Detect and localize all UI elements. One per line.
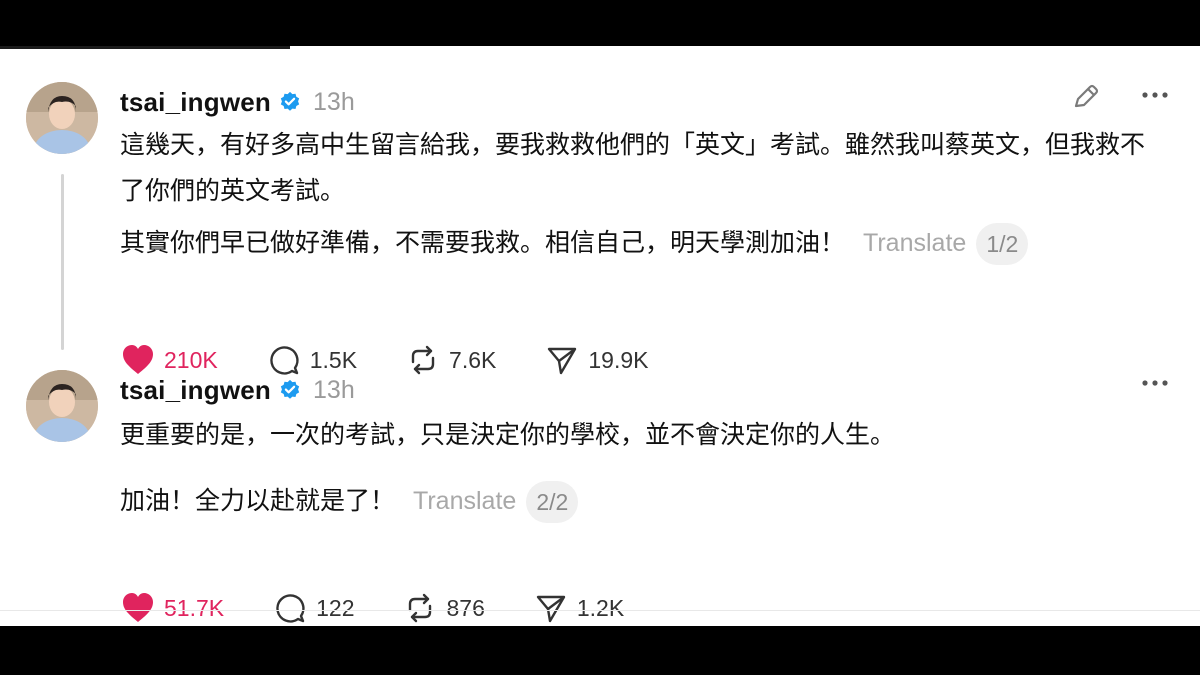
repost-icon [409, 593, 432, 623]
share-icon [548, 347, 577, 375]
video-letterbox-bottom [0, 626, 1200, 675]
repost-icon [411, 345, 435, 375]
share-button[interactable]: 19.9K [544, 342, 648, 378]
more-icon[interactable] [1140, 378, 1170, 388]
heart-icon [123, 593, 153, 622]
post-timestamp: 13h [313, 87, 355, 116]
post-header: tsai_ingwen 13h [120, 372, 355, 408]
post-text: 加油！全力以赴就是了！ [120, 486, 396, 515]
avatar[interactable] [26, 370, 98, 442]
edit-icon[interactable] [1068, 82, 1102, 112]
repost-button[interactable]: 876 [402, 590, 485, 626]
thread-connector-line [61, 174, 64, 350]
thread-page-indicator: 1/2 [976, 223, 1029, 265]
reply-count: 122 [316, 594, 355, 621]
translate-button[interactable]: Translate [413, 487, 516, 515]
avatar[interactable] [26, 82, 98, 154]
verified-badge-icon [280, 379, 300, 399]
reply-button[interactable]: 122 [272, 590, 354, 626]
reply-count: 1.5K [309, 346, 358, 373]
feed-divider [0, 610, 1200, 611]
repost-count: 876 [446, 594, 485, 621]
post-header: tsai_ingwen 13h [120, 84, 355, 120]
post-text-paragraph: 更重要的是，一次的考試，只是決定你的學校，並不會決定你的人生。 [120, 420, 896, 449]
thread-page-indicator: 2/2 [526, 481, 579, 523]
like-count: 210K [164, 346, 218, 373]
share-icon [536, 595, 566, 623]
username[interactable]: tsai_ingwen [120, 87, 271, 118]
reply-icon [276, 594, 305, 623]
repost-button[interactable]: 7.6K [405, 342, 496, 378]
share-count: 19.9K [588, 346, 649, 373]
share-count: 1.2K [576, 594, 625, 621]
video-letterbox-top [0, 0, 1200, 46]
post-timestamp: 13h [313, 375, 355, 404]
loading-progress-line [0, 46, 290, 49]
repost-count: 7.6K [449, 346, 497, 373]
post-text-paragraph: 這幾天，有好多高中生留言給我，要我救救他們的「英文」考試。雖然我叫蔡英文，但我救… [120, 130, 1146, 205]
verified-badge-icon [280, 91, 300, 111]
post-action-bar: 51.7K 122 876 1.2K [120, 588, 672, 626]
more-icon[interactable] [1140, 90, 1170, 100]
share-button[interactable]: 1.2K [533, 590, 624, 626]
post-text-paragraph: 加油！全力以赴就是了！ Translate 2/2 [120, 478, 1160, 524]
translate-button[interactable]: Translate [863, 229, 966, 257]
post-text: 其實你們早已做好準備，不需要我救。相信自己，明天學測加油！ [120, 228, 846, 257]
username[interactable]: tsai_ingwen [120, 375, 271, 406]
thread-feed: tsai_ingwen 13h 這幾天，有好多高中生留言給我，要我救救他們的「英… [0, 46, 1200, 626]
like-button[interactable]: 51.7K [120, 590, 224, 626]
post-text-paragraph: 其實你們早已做好準備，不需要我救。相信自己，明天學測加油！ Translate 1/… [120, 220, 1160, 266]
like-count: 51.7K [164, 594, 225, 621]
